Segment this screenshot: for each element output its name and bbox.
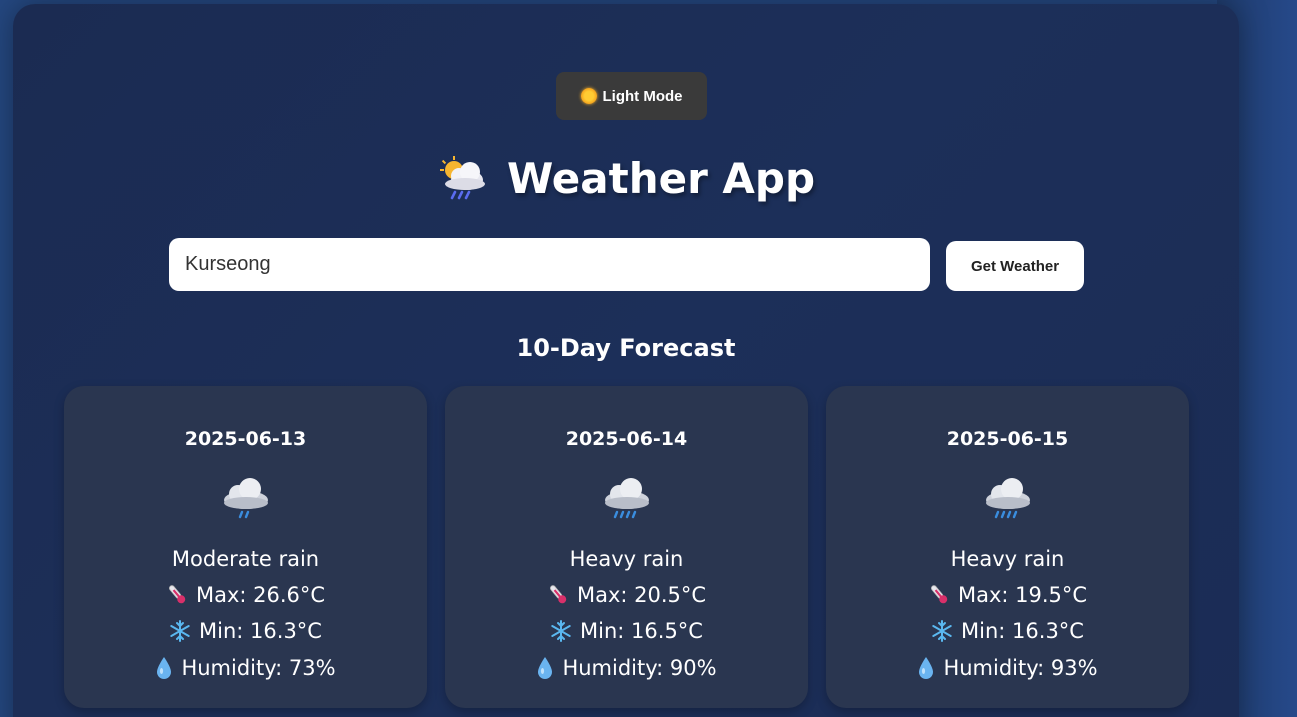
forecast-date: 2025-06-14 [565,428,688,450]
forecast-humidity: Humidity: 73% [64,656,427,680]
min-temp-text: Min: 16.3°C [961,619,1084,643]
snowflake-icon [932,620,952,642]
forecast-card: 2025-06-15 Heavy rain Max: 19.5°C Min: 1… [826,386,1189,708]
title-row: Weather App [13,154,1239,203]
forecast-card: 2025-06-14 Heavy rain Max: 20.5°C Min: 1… [445,386,808,708]
forecast-min: Min: 16.5°C [445,619,808,643]
get-weather-button[interactable]: Get Weather [946,241,1084,291]
city-search-input[interactable] [169,238,930,291]
max-temp-text: Max: 19.5°C [957,583,1088,607]
app-container: Light Mode Weather App Get Weather 10-Da… [13,4,1239,717]
snowflake-icon [551,620,571,642]
forecast-date: 2025-06-13 [184,428,307,450]
forecast-heading: 10-Day Forecast [516,334,736,362]
rain-cloud-icon [223,478,268,519]
droplet-icon [919,657,934,679]
forecast-humidity: Humidity: 90% [445,656,808,680]
forecast-condition: Heavy rain [950,547,1065,571]
thermometer-icon [168,585,186,604]
page-title: Weather App [506,154,816,203]
snowflake-icon [170,620,190,642]
humidity-text: Humidity: 73% [181,656,336,680]
forecast-cards: 2025-06-13 Moderate rain Max: 26.6°C Min… [64,386,1189,708]
thermometer-icon [549,585,567,604]
min-temp-text: Min: 16.3°C [199,619,322,643]
rain-cloud-icon [985,478,1030,519]
forecast-date: 2025-06-15 [946,428,1069,450]
forecast-condition: Moderate rain [171,547,320,571]
forecast-max: Max: 19.5°C [826,583,1189,607]
forecast-max: Max: 26.6°C [64,583,427,607]
light-mode-label: Light Mode [602,87,683,105]
humidity-text: Humidity: 90% [562,656,717,680]
min-temp-text: Min: 16.5°C [580,619,703,643]
max-temp-text: Max: 26.6°C [195,583,326,607]
forecast-humidity: Humidity: 93% [826,656,1189,680]
thermometer-icon [930,585,948,604]
sun-icon [580,88,597,104]
max-temp-text: Max: 20.5°C [576,583,707,607]
rain-cloud-icon [604,478,649,519]
forecast-min: Min: 16.3°C [64,619,427,643]
humidity-text: Humidity: 93% [943,656,1098,680]
forecast-card: 2025-06-13 Moderate rain Max: 26.6°C Min… [64,386,427,708]
forecast-min: Min: 16.3°C [826,619,1189,643]
droplet-icon [538,657,553,679]
light-mode-toggle-button[interactable]: Light Mode [556,72,707,120]
sun-behind-rain-cloud-icon [439,155,485,199]
forecast-max: Max: 20.5°C [445,583,808,607]
droplet-icon [157,657,172,679]
forecast-condition: Heavy rain [569,547,684,571]
